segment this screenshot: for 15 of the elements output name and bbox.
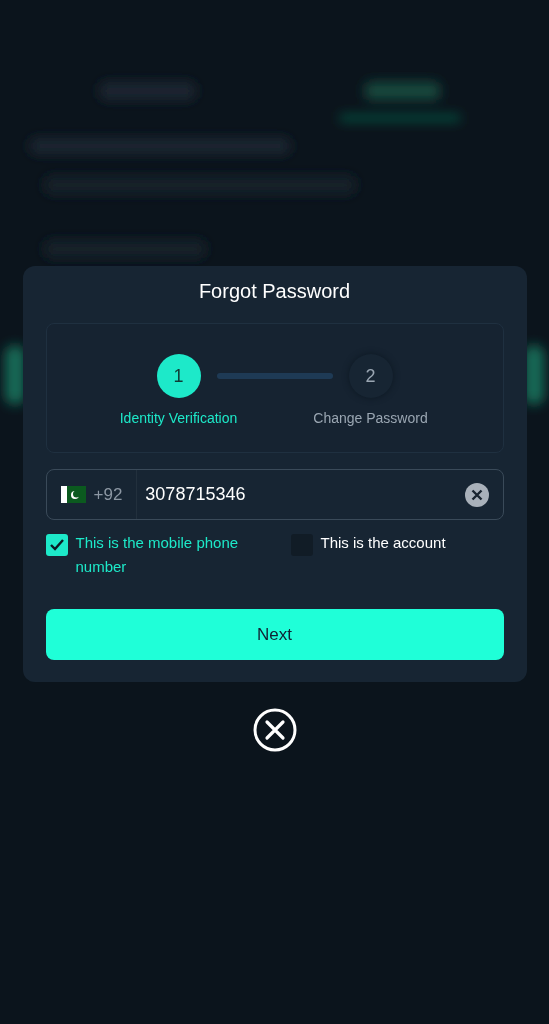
dialog-title: Forgot Password [197, 280, 352, 303]
phone-field[interactable]: +92 3078715346 [45, 469, 504, 520]
checkbox[interactable] [45, 534, 68, 556]
flag-icon [60, 486, 86, 503]
step-label: Change Password [313, 410, 428, 426]
check-icon [48, 537, 65, 553]
option-label: This is the mobile phone number [75, 533, 240, 577]
step-label: Identity Verification [119, 410, 238, 426]
clear-icon[interactable] [464, 482, 489, 507]
close-icon[interactable] [252, 708, 297, 752]
step-number: 2 [348, 354, 393, 398]
country-code[interactable]: +92 [93, 484, 123, 505]
next-button[interactable]: Next [45, 609, 504, 660]
step-number: 1 [156, 354, 201, 398]
option-label: This is the account [320, 533, 446, 553]
